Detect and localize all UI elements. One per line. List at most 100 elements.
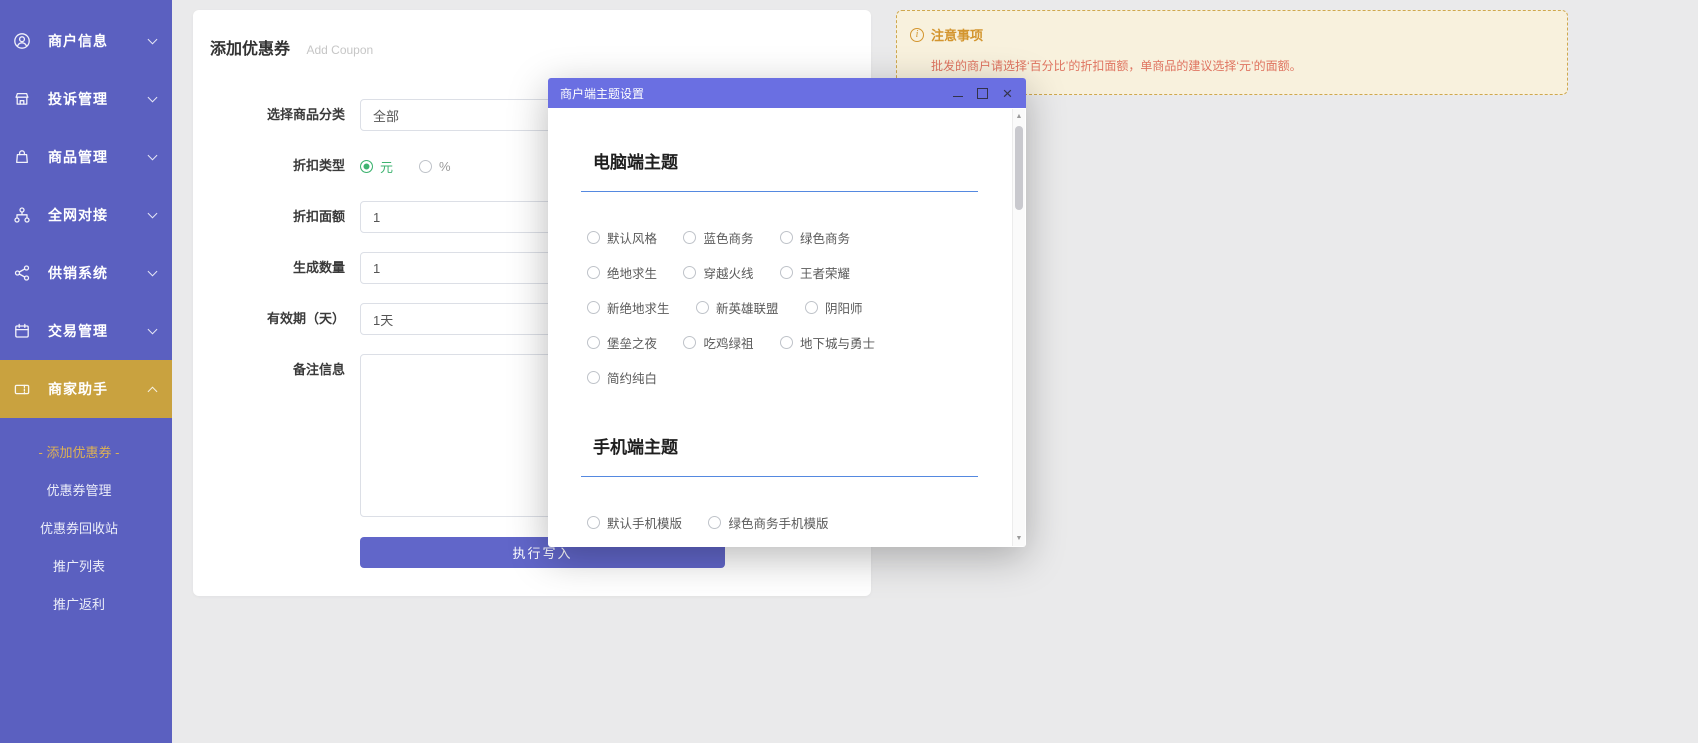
minimize-icon[interactable] [951,87,964,100]
theme-option-label: 绿色商务手机模版 [728,513,828,532]
calendar-icon [13,322,31,340]
theme-option[interactable]: 新英雄联盟 [696,298,779,317]
theme-option-label: 默认风格 [607,228,657,247]
bag-icon [13,148,31,166]
page-subtitle: Add Coupon [306,43,373,57]
theme-row: 新绝地求生 新英雄联盟 阴阳师 [581,298,996,319]
radio-icon [419,160,432,173]
theme-option[interactable]: 简约纯白 [587,368,657,387]
scroll-down-icon[interactable]: ▼ [1016,531,1023,546]
sidebar-submenu-item[interactable]: 优惠券回收站 [0,508,172,546]
theme-option[interactable]: 吃鸡绿祖 [683,333,753,352]
sidebar-menu-item[interactable]: 供销系统 [0,244,172,302]
category-select-value: 全部 [373,106,399,125]
chevron-down-icon [148,150,158,160]
radio-icon [780,231,793,244]
pc-theme-options: 默认风格 蓝色商务 绿色商务 [581,228,996,389]
theme-row: 绝地求生 穿越火线 王者荣耀 [581,263,996,284]
sidebar-menu-label: 全网对接 [48,205,108,225]
chevron-down-icon [148,324,158,334]
sidebar-submenu-item[interactable]: 推广返利 [0,584,172,622]
theme-option-label: 王者荣耀 [800,263,850,282]
theme-option[interactable]: 默认手机模版 [587,513,682,532]
sidebar-submenu-label: 推广返利 [53,594,105,613]
window-controls: × [951,87,1014,100]
theme-option-label: 穿越火线 [703,263,753,282]
theme-option[interactable]: 王者荣耀 [780,263,850,282]
radio-label: 元 [380,157,393,176]
validity-label: 有效期（天） [193,303,360,335]
sidebar-menu-item[interactable]: 全网对接 [0,186,172,244]
radio-icon [683,231,696,244]
theme-option-label: 简约纯白 [607,368,657,387]
maximize-icon[interactable] [976,87,989,100]
theme-option-label: 新英雄联盟 [716,298,779,317]
scroll-up-icon[interactable]: ▲ [1016,109,1023,124]
theme-option[interactable]: 阴阳师 [805,298,863,317]
chevron-up-icon [148,386,158,396]
theme-option[interactable]: 新绝地求生 [587,298,670,317]
info-icon [910,28,924,42]
theme-option[interactable]: 穿越火线 [683,263,753,282]
radio-icon [587,231,600,244]
radio-icon [587,336,600,349]
radio-icon [587,371,600,384]
theme-option[interactable]: 堡垒之夜 [587,333,657,352]
scrollbar-thumb[interactable] [1015,126,1023,210]
close-icon[interactable]: × [1001,87,1014,100]
sidebar-submenu-label: 优惠券管理 [46,480,111,499]
sidebar-menu-item[interactable]: 交易管理 [0,302,172,360]
sidebar-submenu-item[interactable]: 优惠券管理 [0,470,172,508]
ticket-icon [13,380,31,398]
category-label: 选择商品分类 [193,99,360,131]
sidebar-menu-label: 商户信息 [48,31,108,51]
radio-icon [805,301,818,314]
theme-option[interactable]: 绝地求生 [587,263,657,282]
theme-row: 堡垒之夜 吃鸡绿祖 地下城与勇士 [581,333,996,354]
section-divider [581,191,978,192]
discount-type-label: 折扣类型 [193,150,360,182]
theme-option-label: 阴阳师 [825,298,863,317]
chevron-down-icon [148,92,158,102]
sidebar-menu-label: 投诉管理 [48,89,108,109]
radio-icon [780,266,793,279]
theme-option-label: 吃鸡绿祖 [703,333,753,352]
theme-row: 默认手机模版 绿色商务手机模版 [581,513,996,534]
theme-option-label: 地下城与勇士 [800,333,875,352]
modal-scrollbar[interactable]: ▲ ▼ [1012,109,1025,546]
theme-option-label: 绝地求生 [607,263,657,282]
theme-option[interactable]: 地下城与勇士 [780,333,875,352]
sidebar-menu-item[interactable]: 商品管理 [0,128,172,186]
sidebar-menu-item[interactable]: 商家助手 [0,360,172,418]
theme-option-label: 新绝地求生 [607,298,670,317]
chevron-down-icon [148,34,158,44]
theme-settings-modal: 商户端主题设置 × 电脑端主题 默认风格 蓝色商务 [548,78,1026,547]
theme-option[interactable]: 绿色商务手机模版 [708,513,828,532]
sidebar-submenu-item[interactable]: 添加优惠券 [0,432,172,470]
discount-type-radio-group: 元 % [360,157,477,176]
sidebar-submenu-item[interactable]: 推广列表 [0,546,172,584]
discount-type-radio[interactable]: % [419,159,451,174]
section-divider [581,476,978,477]
quantity-label: 生成数量 [193,252,360,284]
sidebar-menu-item[interactable]: 商户信息 [0,12,172,70]
theme-option-label: 默认手机模版 [607,513,682,532]
sidebar-menu-label: 交易管理 [48,321,108,341]
theme-option[interactable]: 绿色商务 [780,228,850,247]
sidebar-menu-label: 商家助手 [48,379,108,399]
notice-header: 注意事项 [910,25,1547,44]
theme-row: 默认风格 蓝色商务 绿色商务 [581,228,996,249]
theme-option[interactable]: 默认风格 [587,228,657,247]
radio-icon [780,336,793,349]
mobile-theme-options: 默认手机模版 绿色商务手机模版 简约风格手机模版 [581,513,996,547]
radio-icon [587,516,600,529]
chevron-down-icon [148,266,158,276]
sidebar-menu-item[interactable]: 投诉管理 [0,70,172,128]
modal-header[interactable]: 商户端主题设置 × [548,78,1026,108]
discount-type-radio[interactable]: 元 [360,157,393,176]
theme-option-label: 蓝色商务 [703,228,753,247]
radio-icon [708,516,721,529]
theme-option[interactable]: 蓝色商务 [683,228,753,247]
network-icon [13,206,31,224]
theme-option-label: 堡垒之夜 [607,333,657,352]
